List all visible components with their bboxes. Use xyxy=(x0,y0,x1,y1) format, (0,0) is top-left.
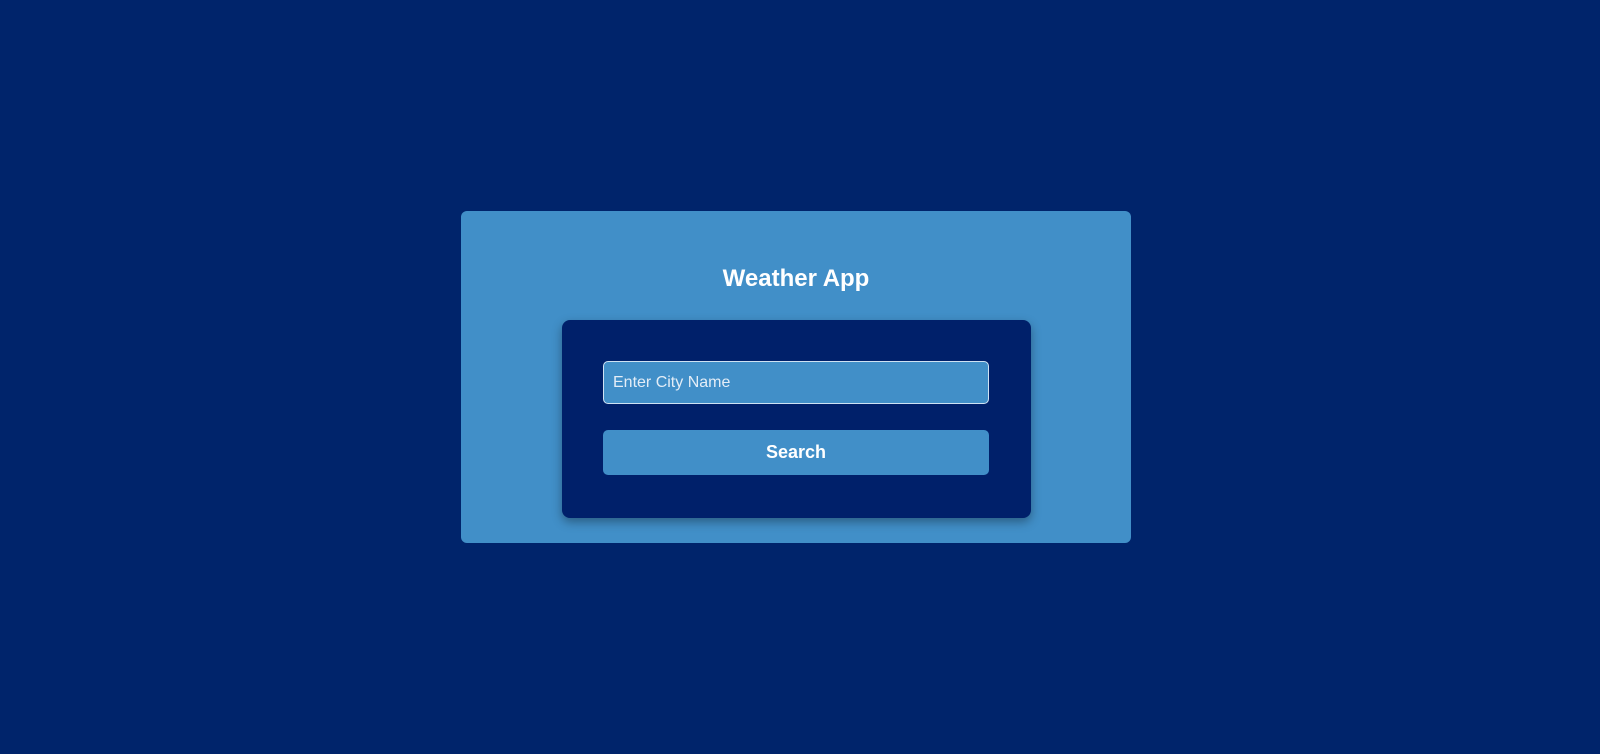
app-title: Weather App xyxy=(722,265,870,292)
city-search-input[interactable] xyxy=(603,361,989,404)
search-button[interactable]: Search xyxy=(603,430,989,475)
weather-app-page: Weather App Search xyxy=(0,0,1600,754)
search-panel: Search xyxy=(562,320,1031,518)
weather-card: Weather App Search xyxy=(461,211,1131,543)
